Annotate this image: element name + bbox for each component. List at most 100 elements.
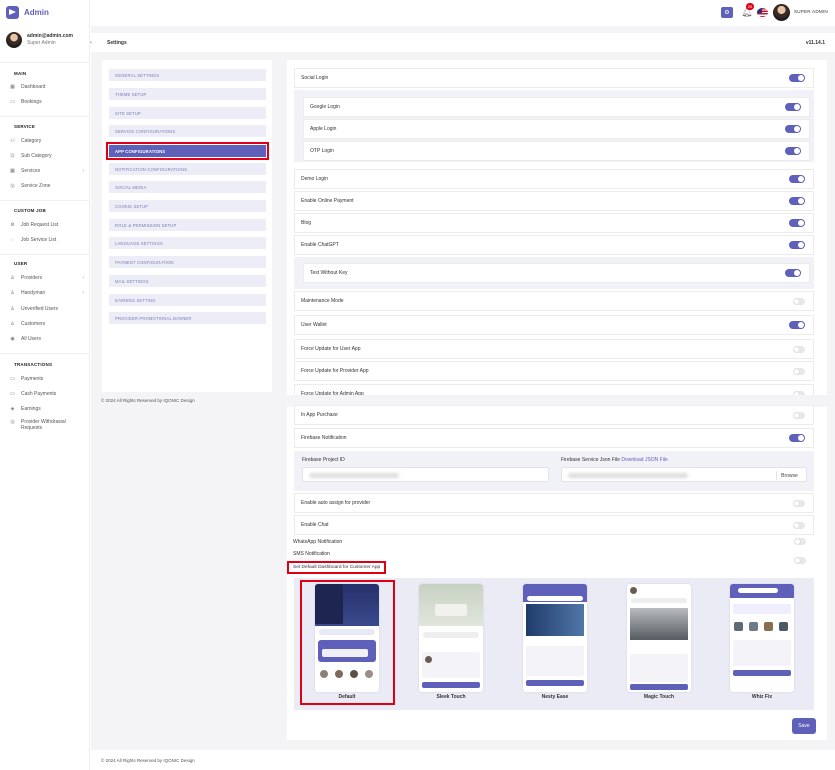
sidebar-item-job-service-list[interactable]: ◌ Job Service List bbox=[8, 235, 84, 244]
sidebar-item-providers[interactable]: ♙ Providers › bbox=[8, 273, 84, 282]
menu-notification-configurations[interactable]: NOTIFICATION CONFIGURATIONS bbox=[109, 163, 266, 175]
browse-button[interactable]: Browse bbox=[776, 471, 802, 480]
redacted-value bbox=[309, 473, 399, 478]
preview-search bbox=[631, 598, 687, 603]
providers-icon: ♙ bbox=[10, 274, 15, 281]
avatar bbox=[6, 32, 22, 48]
firebase-project-id-input[interactable] bbox=[302, 467, 549, 482]
menu-site-setup[interactable]: SITE SETUP bbox=[109, 107, 266, 119]
sidebar-item-cash-payments[interactable]: ▭ Cash Payments bbox=[8, 389, 84, 398]
sms-toggle[interactable] bbox=[794, 557, 806, 564]
test-without-key-toggle[interactable] bbox=[785, 269, 801, 277]
apple-login-toggle[interactable] bbox=[785, 125, 801, 133]
sidebar-item-service-zone[interactable]: ◎ Service Zone bbox=[8, 181, 84, 190]
blog-toggle[interactable] bbox=[789, 219, 805, 227]
maintenance-row: Maintenance Mode bbox=[294, 291, 814, 311]
online-payment-toggle[interactable] bbox=[789, 197, 805, 205]
topbar-avatar[interactable] bbox=[773, 4, 790, 21]
menu-payment-configuration[interactable]: PAYMENT CONFIGURATION bbox=[109, 256, 266, 268]
theme-card-magic-touch[interactable] bbox=[627, 584, 691, 692]
menu-service-configurations[interactable]: SERVICE CONFIGURATIONS bbox=[109, 125, 266, 137]
sidebar-item-bookings[interactable]: ▭ Bookings bbox=[8, 97, 84, 106]
settings-shortcut-button[interactable]: ⚙ bbox=[721, 7, 733, 18]
auto-assign-toggle[interactable] bbox=[793, 499, 805, 507]
preview-search bbox=[738, 588, 778, 593]
preview-avatar bbox=[425, 656, 432, 663]
preview-photo bbox=[630, 608, 688, 640]
chat-toggle[interactable] bbox=[793, 521, 805, 529]
google-login-toggle[interactable] bbox=[785, 103, 801, 111]
maintenance-toggle[interactable] bbox=[793, 297, 805, 305]
menu-app-configurations[interactable]: APP CONFIGURATIONS bbox=[106, 142, 269, 160]
sidebar-item-unverified-users[interactable]: ♙ Unverified Users bbox=[8, 304, 84, 313]
menu-general-settings[interactable]: GENERAL SETTINGS bbox=[109, 69, 266, 81]
blog-row: Blog bbox=[294, 213, 814, 233]
force-provider-toggle[interactable] bbox=[793, 367, 805, 375]
theme-card-sleek-touch[interactable] bbox=[419, 584, 483, 692]
menu-cookie-setup[interactable]: COOKIE SETUP bbox=[109, 200, 266, 212]
firebase-notification-toggle[interactable] bbox=[789, 434, 805, 442]
force-user-row: Force Update for User App bbox=[294, 339, 814, 359]
user-profile[interactable]: admin@admin.com Super Admin bbox=[6, 32, 90, 48]
chevron-right-icon: › bbox=[82, 274, 84, 281]
firebase-json-file-input[interactable]: Browse bbox=[561, 467, 807, 482]
topbar: ⚙ 🔔︎ 20 SUPER ADMIN bbox=[91, 0, 835, 26]
language-flag-button[interactable] bbox=[757, 8, 768, 17]
theme-card-whiz-fix[interactable] bbox=[730, 584, 794, 692]
sidebar-item-payments[interactable]: ▭ Payments bbox=[8, 374, 84, 383]
menu-role-permission-setup[interactable]: ROLE & PERMISSION SETUP bbox=[109, 219, 266, 231]
menu-language-settings[interactable]: LANGUAGE SETTINGS bbox=[109, 237, 266, 249]
download-json-link[interactable]: Download JSON File bbox=[621, 457, 667, 463]
whatsapp-toggle[interactable] bbox=[794, 538, 806, 545]
in-app-purchase-toggle[interactable] bbox=[793, 411, 805, 419]
force-user-toggle[interactable] bbox=[793, 345, 805, 353]
whatsapp-label: WhatsApp Notification bbox=[293, 539, 343, 545]
version-label: v11.14.1 bbox=[805, 39, 825, 46]
sidebar-toggle-button[interactable]: ‹ bbox=[88, 39, 94, 47]
social-login-toggle[interactable] bbox=[789, 74, 805, 82]
menu-theme-setup[interactable]: THEME SETUP bbox=[109, 88, 266, 100]
preview-avatar bbox=[630, 587, 637, 594]
otp-login-toggle[interactable] bbox=[785, 147, 801, 155]
sidebar-item-services[interactable]: ▦ Services › bbox=[8, 166, 84, 175]
divider bbox=[0, 353, 89, 354]
footer-text: © 2024 All Rights Reserved by IQONIC Des… bbox=[101, 398, 195, 403]
preview-category bbox=[779, 622, 788, 631]
preview-category bbox=[749, 622, 758, 631]
save-button[interactable]: Save bbox=[792, 718, 816, 734]
preview-booking bbox=[526, 646, 584, 676]
brand[interactable]: Admin bbox=[6, 5, 49, 19]
demo-login-toggle[interactable] bbox=[789, 175, 805, 183]
sidebar-item-category[interactable]: ⚇ Category bbox=[8, 136, 84, 145]
divider bbox=[0, 116, 89, 117]
sidebar-item-job-request-list[interactable]: ⚙ Job Request List bbox=[8, 220, 84, 229]
theme-label-magic-touch: Magic Touch bbox=[643, 694, 675, 700]
sidebar-item-handyman[interactable]: ♙ Handyman › bbox=[8, 288, 84, 297]
services-icon: ▦ bbox=[10, 167, 15, 174]
sidebar-item-provider-withdrawal[interactable]: ◎ Provider Withdrawal Requests bbox=[8, 419, 84, 433]
sidebar-item-earnings[interactable]: ◈ Earnings bbox=[8, 404, 84, 413]
menu-provider-promotional-banner[interactable]: PROVIDER PROMOTIONAL BANNER bbox=[109, 312, 266, 324]
theme-card-nesty-ease[interactable] bbox=[523, 584, 587, 692]
handyman-icon: ♙ bbox=[10, 289, 15, 296]
auto-assign-row: Enable auto assign for provider bbox=[294, 493, 814, 513]
wallet-toggle[interactable] bbox=[789, 321, 805, 329]
chatgpt-toggle[interactable] bbox=[789, 241, 805, 249]
menu-social-media[interactable]: SOCIAL MEDIA bbox=[109, 181, 266, 193]
sidebar-item-all-users[interactable]: ◉ All Users bbox=[8, 334, 84, 343]
sidebar-item-sub-category[interactable]: ⊡ Sub Category bbox=[8, 151, 84, 160]
zone-icon: ◎ bbox=[10, 182, 15, 189]
job-request-icon: ⚙ bbox=[10, 221, 15, 228]
topbar-username: SUPER ADMIN bbox=[794, 9, 828, 14]
sidebar-item-dashboard[interactable]: ▦ Dashboard bbox=[8, 82, 84, 91]
sidebar-item-customers[interactable]: ♙ Customers bbox=[8, 319, 84, 328]
menu-earning-setting[interactable]: EARNING SETTING bbox=[109, 294, 266, 306]
divider bbox=[0, 254, 89, 255]
force-provider-row: Force Update for Provider App bbox=[294, 361, 814, 381]
google-login-row: Google Login bbox=[303, 97, 810, 117]
dashboard-icon: ▦ bbox=[10, 83, 15, 90]
calendar-icon: ▭ bbox=[10, 98, 15, 105]
user-role: Super Admin bbox=[27, 40, 56, 46]
withdrawal-icon: ◎ bbox=[10, 419, 15, 425]
menu-mail-settings[interactable]: MAIL SETTINGS bbox=[109, 275, 266, 287]
